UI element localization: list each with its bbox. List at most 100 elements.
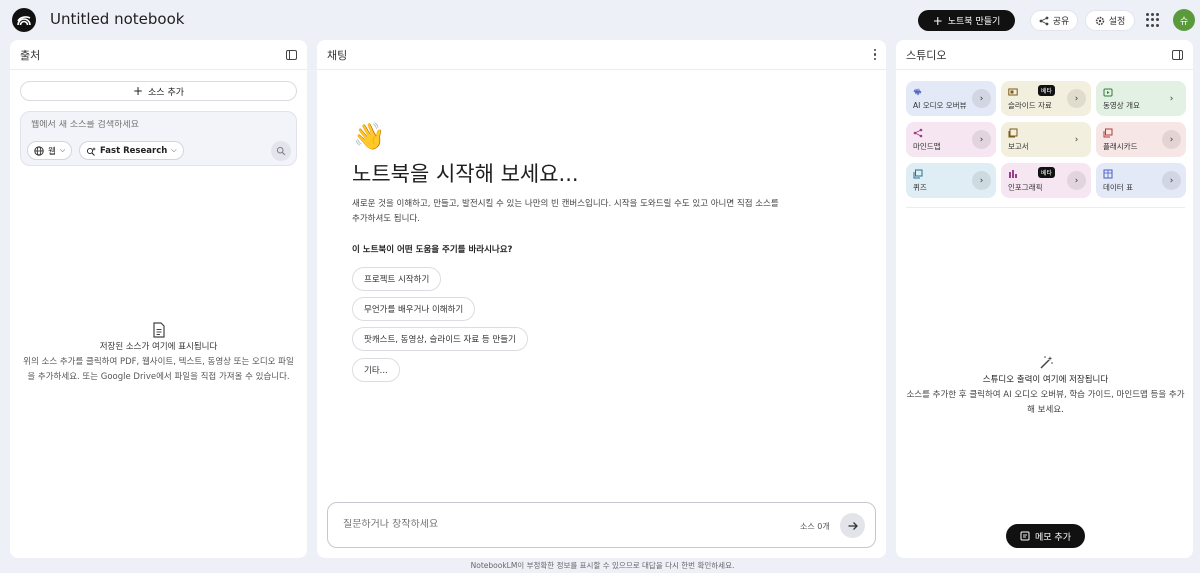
create-notebook-label: 노트북 만들기 <box>947 17 1001 27</box>
web-chip-label: 웹 <box>48 146 56 157</box>
chevron-right-icon[interactable]: › <box>1162 171 1181 190</box>
suggestion-chip[interactable]: 프로젝트 시작하기 <box>352 267 442 291</box>
studio-tile-report[interactable]: 보고서 › <box>1001 122 1091 157</box>
source-count: 소스 0개 <box>800 522 830 531</box>
studio-tile-infographic[interactable]: 베타 인포그래픽 › <box>1001 163 1091 198</box>
studio-tile-slides[interactable]: 베타 슬라이드 자료 › <box>1001 81 1091 116</box>
studio-empty-description: 소스를 추가한 후 클릭하여 AI 오디오 오버뷰, 학습 가이드, 마인드맵 … <box>906 390 1185 415</box>
chevron-down-icon: ⌵ <box>171 146 177 154</box>
quiz-icon <box>913 169 923 179</box>
search-sparkle-icon <box>86 146 96 156</box>
chat-question: 이 노트북이 어떤 도움을 주기를 바라시나요? <box>352 245 513 255</box>
tile-label: 퀴즈 <box>913 183 927 192</box>
note-icon <box>1020 531 1030 541</box>
add-source-label: 소스 추가 <box>148 87 185 98</box>
globe-icon <box>34 145 44 156</box>
web-search-box: 웹 ⌵ Fast Research ⌵ <box>20 111 297 166</box>
chat-input[interactable] <box>343 519 643 530</box>
magic-wand-icon <box>1039 356 1053 369</box>
table-icon <box>1103 169 1113 179</box>
tile-label: AI 오디오 오버뷰 <box>913 101 967 110</box>
sources-panel: 출처 + 소스 추가 웹 ⌵ Fast Research ⌵ 저장된 소스가 여… <box>10 40 307 558</box>
plus-icon: + <box>132 84 144 98</box>
avatar[interactable]: 슈 <box>1173 9 1195 31</box>
chevron-right-icon[interactable]: › <box>1067 171 1086 190</box>
chevron-down-icon: ⌵ <box>59 146 66 154</box>
beta-badge: 베타 <box>1038 167 1056 178</box>
studio-tile-quiz[interactable]: 퀴즈 › <box>906 163 996 198</box>
studio-tile-flashcards[interactable]: 플래시카드 › <box>1096 122 1186 157</box>
chevron-right-icon[interactable]: › <box>1067 130 1086 149</box>
tile-label: 플래시카드 <box>1103 142 1138 151</box>
chevron-right-icon[interactable]: › <box>972 171 991 190</box>
tile-label: 데이터 표 <box>1103 183 1133 192</box>
research-mode-dropdown[interactable]: Fast Research ⌵ <box>79 141 184 160</box>
flashcards-icon <box>1103 128 1113 138</box>
slides-icon <box>1008 88 1018 96</box>
chat-header: 채팅 <box>317 40 886 70</box>
arrow-right-icon <box>848 521 858 530</box>
chevron-right-icon[interactable]: › <box>972 130 991 149</box>
chat-title: 채팅 <box>327 48 348 62</box>
chat-composer: 소스 0개 <box>327 502 876 548</box>
web-search-input[interactable] <box>31 120 271 130</box>
studio-header: 스튜디오 <box>896 40 1193 70</box>
suggestion-chip[interactable]: 팟캐스트, 동영상, 슬라이드 자료 등 만들기 <box>352 327 528 351</box>
tile-label: 슬라이드 자료 <box>1008 101 1052 110</box>
web-source-dropdown[interactable]: 웹 ⌵ <box>27 141 73 160</box>
search-submit-button[interactable] <box>271 141 291 161</box>
report-icon <box>1008 128 1018 138</box>
studio-tile-data-table[interactable]: 데이터 표 › <box>1096 163 1186 198</box>
tile-label: 마인드맵 <box>913 142 941 151</box>
chevron-right-icon[interactable]: › <box>972 89 991 108</box>
studio-panel: 스튜디오 AI 오디오 오버뷰 › 베타 슬라이드 자료 › 동영상 개요 › … <box>896 40 1193 558</box>
share-label: 공유 <box>1052 17 1070 27</box>
collapse-panel-icon[interactable] <box>1172 49 1183 60</box>
tile-label: 동영상 개요 <box>1103 101 1140 110</box>
audio-waveform-icon <box>913 88 922 96</box>
create-notebook-button[interactable]: + 노트북 만들기 <box>918 10 1015 31</box>
search-icon <box>276 146 286 156</box>
more-options-icon[interactable] <box>873 48 876 61</box>
gear-icon <box>1095 16 1104 25</box>
infographic-icon <box>1009 170 1017 178</box>
video-icon <box>1103 88 1113 97</box>
chevron-right-icon[interactable]: › <box>1067 89 1086 108</box>
apps-grid-icon[interactable] <box>1146 13 1160 27</box>
studio-divider <box>906 207 1185 208</box>
share-icon <box>1039 16 1049 25</box>
studio-empty-title: 스튜디오 출력이 여기에 저장됩니다 <box>982 375 1109 385</box>
chat-heading: 노트북을 시작해 보세요... <box>352 162 579 186</box>
suggestion-chip[interactable]: 무언가를 배우거나 이해하기 <box>352 297 476 321</box>
notebooklm-logo-icon[interactable] <box>12 8 36 32</box>
chevron-right-icon[interactable]: › <box>1162 89 1181 108</box>
waving-hand-icon: 👋 <box>353 122 386 152</box>
studio-tile-mindmap[interactable]: 마인드맵 › <box>906 122 996 157</box>
settings-label: 설정 <box>1108 17 1126 27</box>
add-source-button[interactable]: + 소스 추가 <box>20 81 297 101</box>
studio-tiles: AI 오디오 오버뷰 › 베타 슬라이드 자료 › 동영상 개요 › 마인드맵 … <box>906 81 1186 198</box>
sources-empty-title: 저장된 소스가 여기에 표시됩니다 <box>99 342 218 352</box>
tile-label: 보고서 <box>1008 142 1029 151</box>
collapse-panel-icon[interactable] <box>286 49 297 60</box>
studio-tile-audio-overview[interactable]: AI 오디오 오버뷰 › <box>906 81 996 116</box>
research-chip-label: Fast Research <box>100 145 168 156</box>
notebook-title[interactable]: Untitled notebook <box>50 10 184 28</box>
studio-tile-video-overview[interactable]: 동영상 개요 › <box>1096 81 1186 116</box>
sources-title: 출처 <box>20 48 41 62</box>
chevron-right-icon[interactable]: › <box>1162 130 1181 149</box>
chat-panel: 채팅 👋 노트북을 시작해 보세요... 새로운 것을 이해하고, 만들고, 발… <box>317 40 886 558</box>
document-icon <box>152 322 165 338</box>
beta-badge: 베타 <box>1038 85 1056 96</box>
suggestion-chip[interactable]: 기타... <box>352 358 400 382</box>
tile-label: 인포그래픽 <box>1008 183 1043 192</box>
disclaimer-footer: NotebookLM이 부정확한 정보를 표시할 수 있으므로 대답을 다시 한… <box>470 561 735 570</box>
top-bar: Untitled notebook + 노트북 만들기 공유 설정 슈 <box>0 0 1200 40</box>
add-note-button[interactable]: 메모 추가 <box>1006 524 1085 548</box>
share-button[interactable]: 공유 <box>1030 10 1078 31</box>
send-button[interactable] <box>840 513 865 538</box>
mindmap-icon <box>913 128 923 138</box>
settings-button[interactable]: 설정 <box>1085 10 1135 31</box>
sources-empty-state: 저장된 소스가 여기에 표시됩니다 위의 소스 추가를 클릭하여 PDF, 웹사… <box>20 322 297 385</box>
sources-empty-description: 위의 소스 추가를 클릭하여 PDF, 웹사이트, 텍스트, 동영상 또는 오디… <box>23 357 294 382</box>
